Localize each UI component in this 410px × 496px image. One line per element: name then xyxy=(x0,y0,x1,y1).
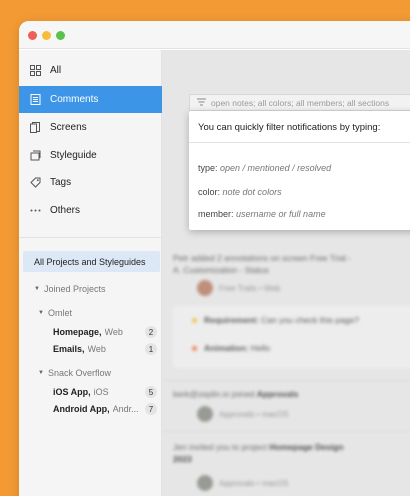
more-icon xyxy=(29,205,41,217)
avatar xyxy=(197,475,213,491)
triangle-down-icon: ▼ xyxy=(38,370,44,376)
project-name: iOS App, xyxy=(53,387,91,397)
note-requirement[interactable]: Requirement: Can you check this page? xyxy=(192,315,359,325)
project-item-ios-app[interactable]: iOS App, iOS 5 xyxy=(53,385,157,399)
popup-divider xyxy=(189,142,410,143)
all-projects-button[interactable]: All Projects and Styleguides xyxy=(23,251,160,272)
project-group-label: Omlet xyxy=(47,308,72,318)
notifications-panel: Petr added 2 annotations on screen Free … xyxy=(162,50,410,496)
feed-item-meta: Approvals • macOS xyxy=(219,479,289,488)
nav-item-label: Comments xyxy=(50,94,99,105)
project-group-snack-overflow[interactable]: ▼ Snack Overflow xyxy=(38,368,111,378)
popup-heading: You can quickly filter notifications by … xyxy=(198,122,381,133)
joined-projects-header[interactable]: ▼ Joined Projects xyxy=(34,284,106,294)
tag-icon xyxy=(29,177,41,189)
count-badge: 7 xyxy=(145,403,157,415)
styleguide-icon xyxy=(29,150,41,162)
screens-icon xyxy=(29,122,41,134)
nav-item-tags[interactable]: Tags xyxy=(19,169,162,196)
project-name: Homepage, xyxy=(53,327,102,337)
note-label: Requirement: xyxy=(204,315,259,325)
feed-item-text: Petr added 2 annotations on screen Free … xyxy=(173,253,352,263)
notes-card: Requirement: Can you check this page? An… xyxy=(173,306,410,368)
project-platform: iOS xyxy=(93,387,109,397)
zoom-window-button[interactable] xyxy=(56,31,65,40)
avatar xyxy=(197,406,213,422)
grid-icon xyxy=(29,65,41,77)
nav-item-label: Others xyxy=(50,205,81,216)
note-text: Hello xyxy=(250,343,271,353)
nav-item-styleguide[interactable]: Styleguide xyxy=(19,142,162,169)
joined-projects-label: Joined Projects xyxy=(43,284,106,294)
count-badge: 1 xyxy=(145,343,157,355)
comment-list-icon xyxy=(29,94,41,106)
feed-divider xyxy=(162,431,410,432)
project-platform: Andr... xyxy=(112,404,139,414)
feed-item-text: A. Customization - Status xyxy=(173,265,269,275)
nav-item-others[interactable]: Others xyxy=(19,197,162,224)
note-dot-icon xyxy=(192,345,197,351)
nav-item-label: Styleguide xyxy=(50,150,97,161)
note-label: Animation: xyxy=(204,343,249,353)
count-badge: 2 xyxy=(145,326,157,338)
filter-icon xyxy=(197,98,206,108)
filter-placeholder: open notes; all colors; all members; all… xyxy=(211,97,390,108)
avatar xyxy=(197,280,213,296)
project-name: Android App, xyxy=(53,404,110,414)
filter-hint-member: member: username or full name xyxy=(198,209,326,219)
nav-item-all[interactable]: All xyxy=(19,57,162,84)
close-window-button[interactable] xyxy=(28,31,37,40)
nav-item-label: All xyxy=(50,65,62,76)
project-item-android-app[interactable]: Android App, Andr... 7 xyxy=(53,402,157,416)
project-item-homepage[interactable]: Homepage, Web 2 xyxy=(53,325,157,339)
sidebar-divider xyxy=(19,237,162,238)
feed-item-meta: Free Trails • Web xyxy=(219,284,281,293)
nav-item-label: Screens xyxy=(50,122,87,133)
filter-hint-type: type: open / mentioned / resolved xyxy=(198,163,332,173)
note-animation[interactable]: Animation: Hello xyxy=(192,343,270,353)
project-item-emails[interactable]: Emails, Web 1 xyxy=(53,342,157,356)
nav-item-screens[interactable]: Screens xyxy=(19,114,162,141)
feed-item-text: Jen invited you to project Homepage Desi… xyxy=(173,442,344,452)
nav-item-comments[interactable]: Comments xyxy=(19,86,162,113)
count-badge: 5 xyxy=(145,386,157,398)
feed-item-text: 2023 xyxy=(173,454,192,464)
app-window: All Comments Screens Styleguide Tags Oth… xyxy=(19,21,410,496)
title-bar xyxy=(19,21,410,49)
project-group-label: Snack Overflow xyxy=(47,368,111,378)
feed-item-text: berk@zeplin.io joined Approvals xyxy=(173,389,299,399)
nav-item-label: Tags xyxy=(50,177,72,188)
project-platform: Web xyxy=(104,327,123,337)
sidebar: All Comments Screens Styleguide Tags Oth… xyxy=(19,50,162,496)
filter-hint-color: color: note dot colors xyxy=(198,187,282,197)
minimize-window-button[interactable] xyxy=(42,31,51,40)
triangle-down-icon: ▼ xyxy=(34,286,40,292)
triangle-down-icon: ▼ xyxy=(38,310,44,316)
filter-help-popup: You can quickly filter notifications by … xyxy=(189,111,410,230)
project-group-omlet[interactable]: ▼ Omlet xyxy=(38,308,72,318)
feed-item-meta: Approvals • macOS xyxy=(219,410,289,419)
project-platform: Web xyxy=(87,344,106,354)
feed-divider xyxy=(162,380,410,381)
project-name: Emails, xyxy=(53,344,85,354)
note-text: Can you check this page? xyxy=(261,315,359,325)
note-dot-icon xyxy=(192,317,197,323)
filter-input[interactable]: open notes; all colors; all members; all… xyxy=(189,94,410,111)
